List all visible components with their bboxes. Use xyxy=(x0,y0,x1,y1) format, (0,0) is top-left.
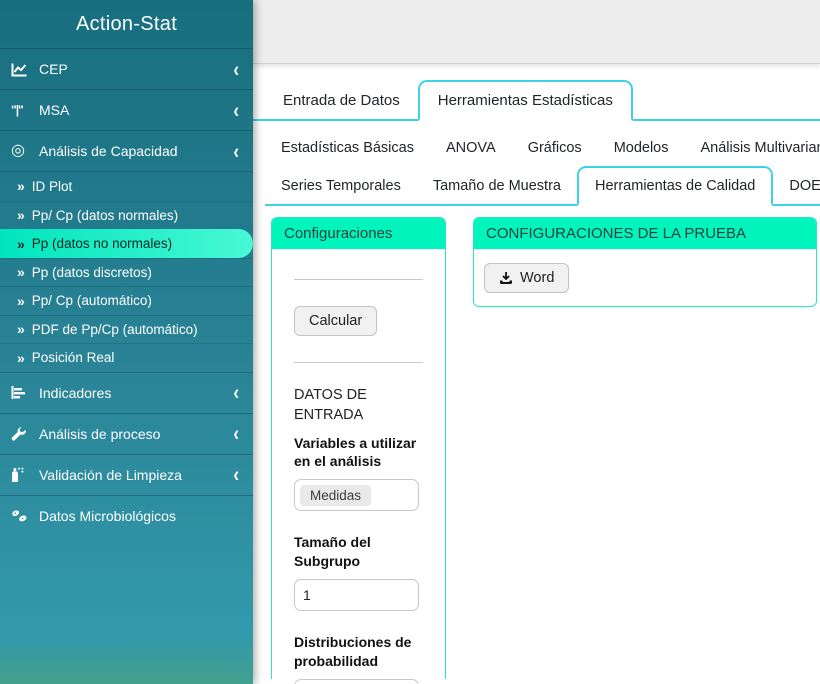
tab-anova[interactable]: ANOVA xyxy=(430,130,512,166)
test-configurations-panel-title: CONFIGURACIONES DE LA PRUEBA xyxy=(474,218,816,249)
variables-tag-input[interactable]: Medidas xyxy=(294,479,419,512)
tab-graficos[interactable]: Gráficos xyxy=(512,130,598,166)
double-angle-icon: » xyxy=(17,235,25,252)
chevron-left-icon: ‹ xyxy=(233,57,239,81)
chevron-left-icon: ‹ xyxy=(233,98,239,122)
test-configurations-panel: CONFIGURACIONES DE LA PRUEBA Word xyxy=(473,217,817,307)
double-angle-icon: » xyxy=(17,264,25,281)
sidebar-item-cep[interactable]: CEP ‹ xyxy=(0,48,253,89)
sidebar-item-label: Análisis de proceso xyxy=(39,425,161,442)
top-toolbar xyxy=(253,0,820,64)
download-icon xyxy=(500,272,512,284)
spray-can-icon xyxy=(11,467,33,483)
sidebar-item-indicadores[interactable]: Indicadores ‹ xyxy=(0,371,253,413)
double-angle-icon: » xyxy=(17,178,25,195)
chevron-left-icon: ‹ xyxy=(233,380,239,405)
tab-series-temporales[interactable]: Series Temporales xyxy=(265,168,417,204)
submenu-item-label: ID Plot xyxy=(31,178,73,194)
export-word-button[interactable]: Word xyxy=(484,263,570,293)
secondary-tab-row-2: Series Temporales Tamaño de Muestra Herr… xyxy=(265,166,820,206)
tab-herramientas-de-calidad[interactable]: Herramientas de Calidad xyxy=(576,166,774,206)
configurations-panel-body: Calcular DATOS DE ENTRADA Variables a ut… xyxy=(272,249,445,684)
line-chart-icon xyxy=(11,62,33,77)
sidebar-item-label: MSA xyxy=(39,102,70,118)
main-area: Entrada de Datos Herramientas Estadístic… xyxy=(253,0,820,684)
double-angle-icon: » xyxy=(17,349,25,366)
submenu-item-posicion-real[interactable]: » Posición Real xyxy=(0,343,253,372)
submenu-item-pdf-ppcp[interactable]: » PDF de Pp/Cp (automático) xyxy=(0,314,253,344)
tab-analisis-multivariante[interactable]: Análisis Multivariante xyxy=(685,130,820,166)
configurations-panel: Configuraciones Calcular DATOS DE ENTRAD… xyxy=(271,217,446,684)
sidebar-item-label: Indicadores xyxy=(39,384,112,401)
submenu-item-label: Posición Real xyxy=(31,350,115,366)
panels-row: Configuraciones Calcular DATOS DE ENTRAD… xyxy=(253,206,820,684)
wrench-icon xyxy=(11,426,33,442)
sidebar-item-msa[interactable]: "|" MSA ‹ xyxy=(0,89,253,130)
submenu-item-ppcp-normales[interactable]: » Pp/ Cp (datos normales) xyxy=(0,200,253,230)
tab-entrada-de-datos[interactable]: Entrada de Datos xyxy=(265,82,418,119)
distribution-label: Distribuciones de probabilidad xyxy=(294,634,412,670)
calculate-button[interactable]: Calcular xyxy=(294,306,378,336)
submenu-item-ppcp-automatico[interactable]: » Pp/ Cp (automático) xyxy=(0,286,253,315)
divider xyxy=(294,279,423,280)
msa-icon: "|" xyxy=(11,103,24,117)
variable-tag-chip: Medidas xyxy=(300,484,372,506)
submenu-item-label: Pp (datos discretos) xyxy=(31,264,152,280)
submenu-item-pp-discretos[interactable]: » Pp (datos discretos) xyxy=(0,257,253,287)
sidebar-item-label: Datos Microbiológicos xyxy=(39,507,176,524)
sidebar-item-analisis-capacidad[interactable]: ◎ Análisis de Capacidad ‹ xyxy=(0,130,253,171)
capacidad-submenu: » ID Plot » Pp/ Cp (datos normales) » Pp… xyxy=(0,171,253,372)
input-data-section-title: DATOS DE ENTRADA xyxy=(294,387,367,424)
tab-doe[interactable]: DOE xyxy=(773,168,820,204)
sidebar-item-validacion-limpieza[interactable]: Validación de Limpieza ‹ xyxy=(0,453,253,495)
submenu-item-id-plot[interactable]: » ID Plot xyxy=(0,172,253,201)
submenu-item-pp-no-normales[interactable]: » Pp (datos no normales) xyxy=(0,229,253,258)
double-angle-icon: » xyxy=(17,207,25,224)
configurations-panel-title: Configuraciones xyxy=(272,218,445,249)
sidebar-item-label: Análisis de Capacidad xyxy=(39,143,178,159)
secondary-tab-row-1: Estadísticas Básicas ANOVA Gráficos Mode… xyxy=(265,130,820,166)
subgroup-size-label: Tamaño del Subgrupo xyxy=(294,534,371,570)
microbes-icon xyxy=(11,509,33,523)
sidebar-item-label: CEP xyxy=(39,61,68,77)
sidebar: Action-Stat CEP ‹ "|" MSA ‹ ◎ Análisis d… xyxy=(0,0,253,684)
content-area: Entrada de Datos Herramientas Estadístic… xyxy=(253,64,820,684)
tab-modelos[interactable]: Modelos xyxy=(598,130,685,166)
tab-estadisticas-basicas[interactable]: Estadísticas Básicas xyxy=(265,130,430,166)
sidebar-item-datos-microbiologicos[interactable]: Datos Microbiológicos xyxy=(0,494,253,536)
submenu-item-label: Pp/ Cp (datos normales) xyxy=(31,207,179,223)
divider xyxy=(294,362,423,363)
submenu-item-label: PDF de Pp/Cp (automático) xyxy=(31,321,198,337)
bullseye-icon: ◎ xyxy=(11,142,25,159)
distribution-select[interactable]: Log-normal xyxy=(294,678,419,684)
app-title: Action-Stat xyxy=(75,13,178,35)
tab-herramientas-estadisticas[interactable]: Herramientas Estadísticas xyxy=(417,80,633,121)
sidebar-item-analisis-proceso[interactable]: Análisis de proceso ‹ xyxy=(0,412,253,454)
bar-chart-icon xyxy=(11,385,33,400)
test-configurations-panel-body: Word xyxy=(474,249,816,306)
subgroup-size-value: 1 xyxy=(303,587,311,604)
subgroup-size-input[interactable]: 1 xyxy=(294,579,419,612)
sidebar-item-label: Validación de Limpieza xyxy=(39,466,182,483)
tab-tamano-de-muestra[interactable]: Tamaño de Muestra xyxy=(417,168,577,204)
chevron-left-icon: ‹ xyxy=(233,139,239,163)
primary-tab-bar: Entrada de Datos Herramientas Estadístic… xyxy=(253,80,820,121)
double-angle-icon: » xyxy=(17,292,25,309)
submenu-item-label: Pp/ Cp (automático) xyxy=(31,293,152,309)
submenu-item-label: Pp (datos no normales) xyxy=(31,236,173,252)
variables-field-label: Variables a utilizar en el análisis xyxy=(294,434,417,470)
chevron-left-icon: ‹ xyxy=(233,421,239,446)
export-word-label: Word xyxy=(520,270,555,286)
chevron-left-icon: ‹ xyxy=(233,462,239,487)
double-angle-icon: » xyxy=(17,321,25,338)
app-window: Action-Stat CEP ‹ "|" MSA ‹ ◎ Análisis d… xyxy=(0,0,820,684)
secondary-tab-bar: Estadísticas Básicas ANOVA Gráficos Mode… xyxy=(265,130,820,206)
